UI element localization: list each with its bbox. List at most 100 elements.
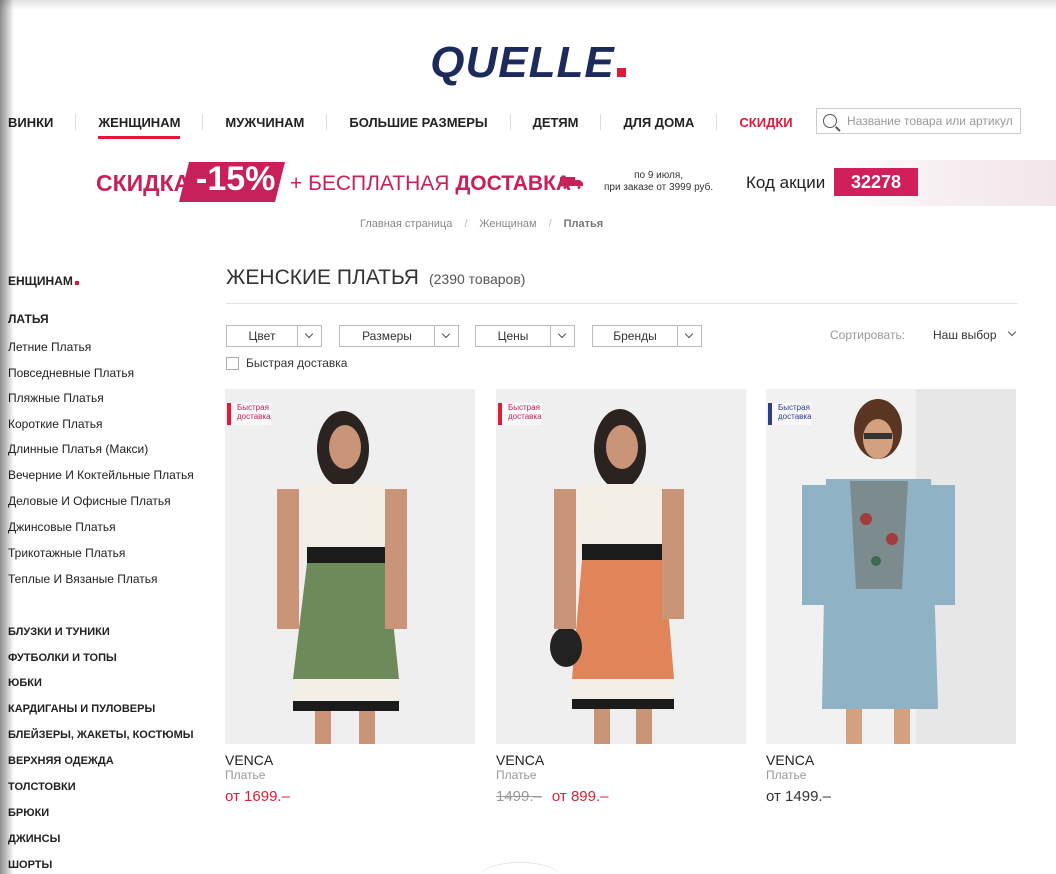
nav-item-kids[interactable]: ДЕТЯМ [511,115,601,130]
promo-terms-line2: при заказе от 3999 руб. [604,182,714,193]
product-old-price: 1499.– [496,788,542,805]
sidebar-item-dress[interactable]: Повседневные Платья [8,366,134,380]
product-price-block: 1499.– от 899.– [496,788,746,805]
chevron-down-icon [434,326,458,346]
sidebar-heading-dot [74,281,79,285]
dress-illustration [766,389,1016,744]
promo-banner[interactable]: СКИДКА -15% + БЕСПЛАТНАЯ ДОСТАВКА по 9 и… [0,160,1056,206]
sidebar-item-dress[interactable]: Трикотажные Платья [8,546,125,560]
sidebar-category[interactable]: БРЮКИ [8,807,49,819]
logo-dot [616,68,626,77]
sidebar-item-dress[interactable]: Короткие Платья [8,417,103,431]
promo-terms-line1: по 9 июля, [634,170,684,181]
nav-item-sale[interactable]: СКИДКИ [717,115,814,130]
filter-sizes-label: Размеры [362,329,412,343]
title-divider [226,303,1018,304]
nav-item-men[interactable]: МУЖЧИНАМ [203,115,326,130]
promo-free-prefix: + БЕСПЛАТНАЯ [290,172,450,195]
sidebar-category[interactable]: БЛЕЙЗЕРЫ, ЖАКЕТЫ, КОСТЮМЫ [8,729,194,741]
chevron-down-icon [677,326,701,346]
chevron-down-icon [297,326,321,346]
product-image[interactable]: Быстрая доставка [496,389,746,744]
sort-select[interactable]: Наш выбор [933,328,997,342]
fast-delivery-checkbox[interactable] [226,357,239,370]
breadcrumb-separator: / [464,218,468,230]
product-price: от 1699.– [225,788,290,805]
breadcrumb-home[interactable]: Главная страница [360,218,452,230]
left-edge-shadow [0,0,14,874]
product-count: (2390 товаров) [428,271,526,287]
nav-item-women[interactable]: ЖЕНЩИНАМ [76,115,202,139]
filter-prices-label: Цены [497,329,529,343]
logo-text: QUELLE [430,38,615,87]
chevron-down-icon[interactable] [1007,327,1017,337]
promo-code: 32278 [834,168,918,196]
sidebar-heading[interactable]: ЕНЩИНАМ [8,274,79,288]
site-logo[interactable]: QUELLE [0,38,1056,88]
main-nav: ВИНКИ ЖЕНЩИНАМ МУЖЧИНАМ БОЛЬШИЕ РАЗМЕРЫ … [0,110,815,139]
promo-free-delivery: + БЕСПЛАТНАЯ ДОСТАВКА [290,172,571,196]
sidebar-category[interactable]: ШОРТЫ [8,859,52,871]
chevron-down-icon [550,326,574,346]
breadcrumb-separator: / [548,218,552,230]
search-icon[interactable] [823,114,837,128]
product-price: от 899.– [551,788,609,805]
scroll-loader [480,862,560,874]
sidebar-item-dress[interactable]: Длинные Платья (Макси) [8,442,148,456]
sidebar-item-dress[interactable]: Вечерние И Коктейльные Платья [8,468,194,482]
sidebar-category[interactable]: ДЖИНСЫ [8,833,60,845]
dress-illustration [496,389,746,744]
sidebar-category[interactable]: ТОЛСТОВКИ [8,781,76,793]
promo-code-label: Код акции [746,173,826,192]
filter-brands[interactable]: Бренды [592,325,702,347]
promo-discount-word: СКИДКА [96,170,191,196]
filter-sizes[interactable]: Размеры [339,325,459,347]
product-brand[interactable]: VENCA [496,752,746,768]
product-card[interactable]: Быстрая доставка VENCA Платье 1499.– от 8… [496,389,746,805]
product-brand[interactable]: VENCA [766,752,1016,768]
product-image[interactable]: Быстрая доставка [766,389,1016,744]
sidebar-item-dress[interactable]: Летние Платья [8,340,91,354]
product-card[interactable]: Быстрая доставка VENCA Платье от 1499.– [766,389,1016,805]
search-box[interactable]: Название товара или артикул [816,108,1021,134]
promo-discount-value: -15% [196,160,276,198]
breadcrumb: Главная страница / Женщинам / Платья [360,218,603,230]
page-title: ЖЕНСКИЕ ПЛАТЬЯ (2390 товаров) [226,266,525,290]
promo-free-bold: ДОСТАВКА [455,172,572,195]
fast-delivery-badge: Быстрая доставка [768,403,812,425]
product-type: Платье [496,768,537,782]
filter-prices[interactable]: Цены [475,325,575,347]
product-type: Платье [225,768,266,782]
page-title-text: ЖЕНСКИЕ ПЛАТЬЯ [226,266,419,289]
product-price: от 1499.– [766,788,831,805]
product-image[interactable]: Быстрая доставка [225,389,475,744]
truck-icon [560,177,583,189]
fast-delivery-badge: Быстрая доставка [498,403,542,425]
dress-illustration [225,389,475,744]
breadcrumb-women[interactable]: Женщинам [479,218,536,230]
sidebar-item-dress[interactable]: Деловые И Офисные Платья [8,494,171,508]
filter-color[interactable]: Цвет [226,325,322,347]
filter-color-label: Цвет [248,329,276,343]
breadcrumb-current: Платья [563,218,604,230]
nav-item-home[interactable]: ДЛЯ ДОМА [601,115,716,130]
sidebar-category[interactable]: ФУТБОЛКИ И ТОПЫ [8,652,117,664]
sort-label: Сортировать: [830,328,906,342]
sidebar-subheading-dresses[interactable]: ЛАТЬЯ [8,312,49,326]
sidebar-heading-text: ЕНЩИНАМ [8,274,73,288]
filter-brands-label: Бренды [613,329,657,343]
nav-item-plus-size[interactable]: БОЛЬШИЕ РАЗМЕРЫ [327,115,509,130]
fast-delivery-label[interactable]: Быстрая доставка [246,356,347,370]
product-type: Платье [766,768,807,782]
product-card[interactable]: Быстрая доставка VENCA Платье от 1699.– [225,389,475,805]
fast-delivery-badge: Быстрая доставка [227,403,271,425]
top-edge-shadow [0,0,1056,10]
sidebar-category[interactable]: БЛУЗКИ И ТУНИКИ [8,626,110,638]
sidebar-item-dress[interactable]: Теплые И Вязаные Платья [8,572,158,586]
sidebar-item-dress[interactable]: Джинсовые Платья [8,520,116,534]
sidebar-category[interactable]: ВЕРХНЯЯ ОДЕЖДА [8,755,114,767]
search-input[interactable]: Название товара или артикул [847,114,1013,128]
sidebar-item-dress[interactable]: Пляжные Платья [8,391,104,405]
sidebar-category[interactable]: КАРДИГАНЫ И ПУЛОВЕРЫ [8,703,155,715]
product-brand[interactable]: VENCA [225,752,475,768]
